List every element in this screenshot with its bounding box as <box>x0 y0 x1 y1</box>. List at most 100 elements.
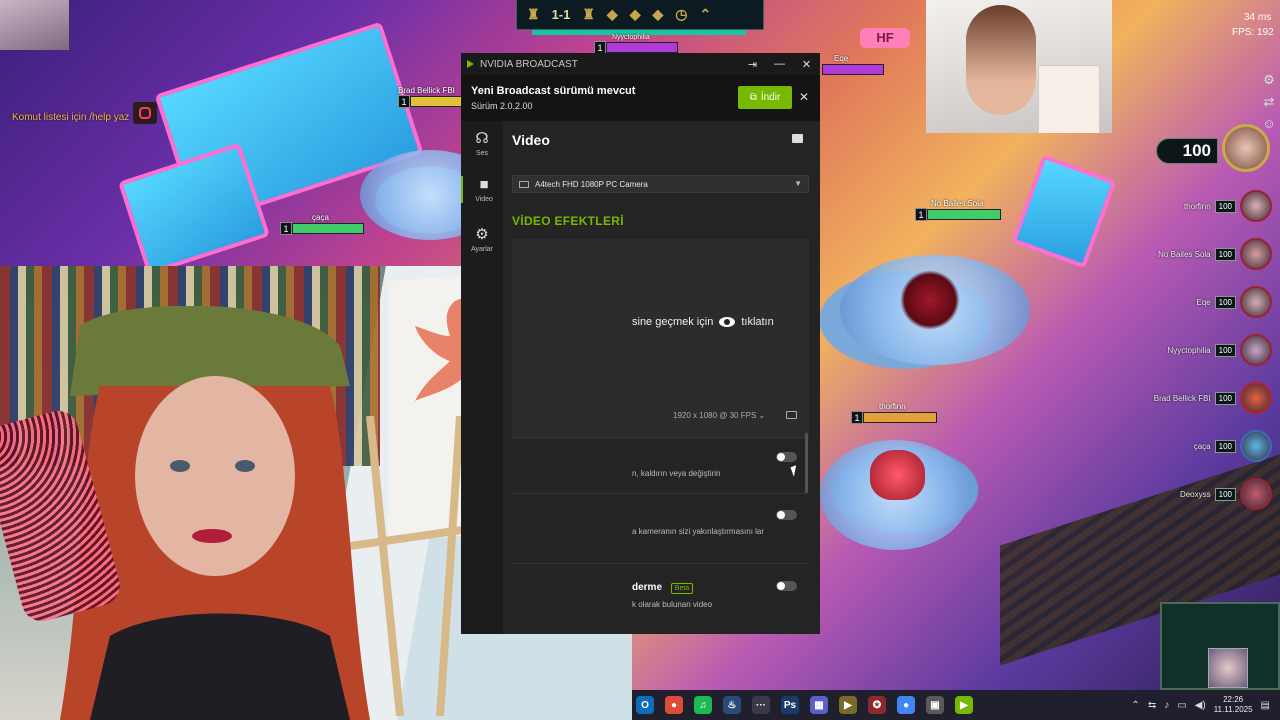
effect-row: n, kaldırın veya değiştirin <box>512 437 809 494</box>
display-icon[interactable]: ▭ <box>1177 700 1186 711</box>
download-button[interactable]: ⧉ İndir <box>738 86 792 109</box>
player-row[interactable]: thorfinn 100 <box>1184 190 1272 222</box>
player-row[interactable]: No Bailes Sola 100 <box>1158 238 1272 270</box>
headset-icon: ☊ <box>475 130 489 147</box>
nav-audio[interactable]: ☊ Ses <box>461 129 503 157</box>
resolution-label: 1920 x 1080 @ 30 FPS <box>673 411 757 420</box>
close-banner-button[interactable]: ✕ <box>799 90 809 104</box>
chevron-up-icon[interactable]: ⌃ <box>1131 700 1139 711</box>
nameplate-name: Nyyctophilia <box>612 34 650 41</box>
nav-label: Video <box>475 196 493 203</box>
taskbar-app-icon[interactable]: O <box>636 696 654 714</box>
small-webcam <box>0 0 69 50</box>
nvidia-broadcast-window: NVIDIA BROADCAST ⇥ — ✕ Yeni Broadcast sü… <box>461 53 820 634</box>
notification-icon[interactable]: ▤ <box>1261 700 1270 711</box>
tactician-avatar[interactable] <box>1208 648 1248 688</box>
effect-row: derme Beta k olarak bulunan video <box>512 563 809 634</box>
minimize-button[interactable]: — <box>766 58 793 70</box>
effect-toggle[interactable] <box>776 452 797 462</box>
billboard-right <box>1011 154 1117 269</box>
gold-counter: 100 <box>1156 138 1218 164</box>
player-hp: 100 <box>1214 487 1236 501</box>
taskbar-app-icon[interactable]: ▶ <box>839 696 857 714</box>
network-icon[interactable]: ⇆ <box>1148 700 1156 711</box>
player-icon: ♜ <box>527 6 540 22</box>
chevron-up-icon[interactable]: ⌃ <box>699 6 711 23</box>
taskbar-app-icon[interactable]: ▣ <box>926 696 944 714</box>
preview-hint-text: tıklatın <box>741 316 774 328</box>
nameplate-name: çaça <box>312 213 329 222</box>
popout-button[interactable]: ⇥ <box>739 58 766 71</box>
blood-splatter <box>900 270 960 330</box>
effect-description: k olarak bulunan video <box>632 600 713 609</box>
nameplate-level: 1 <box>915 208 927 221</box>
mic-icon[interactable]: ♪ <box>1164 700 1169 711</box>
taskbar-app-icon[interactable]: ··· <box>752 696 770 714</box>
instagram-icon <box>133 102 157 124</box>
clock-date: 11.11.2025 <box>1213 705 1253 714</box>
nameplate-name: thorfinn <box>879 402 906 411</box>
nav-video[interactable]: ■ Video <box>461 176 505 203</box>
clock[interactable]: 22:26 11.11.2025 <box>1214 695 1253 715</box>
player-hp: 100 <box>1214 439 1236 453</box>
update-title: Yeni Broadcast sürümü mevcut <box>471 85 636 97</box>
taskbar-app-icon[interactable]: ▶ <box>955 696 973 714</box>
camera-select[interactable]: A4tech FHD 1080P PC Camera ▼ <box>512 175 809 193</box>
nvidia-logo-icon <box>467 60 474 68</box>
eye-icon <box>719 317 736 327</box>
close-button[interactable]: ✕ <box>793 58 820 71</box>
gear-icon: ⚙ <box>475 226 489 243</box>
nameplate: Eqe <box>822 54 884 76</box>
volume-icon[interactable]: ◀) <box>1195 700 1206 711</box>
beta-badge: Beta <box>670 583 694 594</box>
taskbar-app-icon[interactable]: ● <box>897 696 915 714</box>
nav-label: Ayarlar <box>470 246 494 253</box>
external-link-icon: ⧉ <box>749 92 757 103</box>
sidebar: ☊ Ses ■ Video ⚙ Ayarlar <box>461 121 503 634</box>
display-settings-icon[interactable] <box>786 411 797 419</box>
nameplate-name: Eqe <box>834 54 849 63</box>
system-tray: ⌃ ⇆ ♪ ▭ ◀) 22:26 11.11.2025 ▤ <box>1131 690 1270 720</box>
chevron-down-icon: ▼ <box>794 179 802 188</box>
player-avatar <box>1240 382 1272 414</box>
taskbar-app-icon[interactable]: ✪ <box>868 696 886 714</box>
taskbar-app-icon[interactable]: ♨ <box>723 696 741 714</box>
title-bar[interactable]: NVIDIA BROADCAST ⇥ — ✕ <box>461 53 820 75</box>
resolution-select[interactable]: 1920 x 1080 @ 30 FPS ⌄ <box>673 411 765 420</box>
effect-toggle[interactable] <box>776 581 797 591</box>
nav-label: Ses <box>475 150 489 157</box>
player-name: Deoxyss <box>1179 489 1211 499</box>
player-row[interactable]: çaça 100 <box>1194 430 1272 462</box>
exit-icon[interactable]: ⇄ <box>1264 94 1275 110</box>
section-title: Video <box>512 132 550 148</box>
video-preview[interactable] <box>512 239 809 439</box>
player-row[interactable]: Nyyctophilia 100 <box>1168 334 1272 366</box>
nameplate-level: 1 <box>398 95 410 108</box>
taskbar-app-icon[interactable]: ▦ <box>810 696 828 714</box>
taskbar-app-icon[interactable]: Ps <box>781 696 799 714</box>
camera-icon: ■ <box>479 176 489 193</box>
diamond-icon: ◆ <box>629 6 641 22</box>
settings-icon[interactable]: ⚙ <box>1263 72 1275 88</box>
player-row[interactable]: Brad Bellick FBI 100 <box>1154 382 1272 414</box>
update-banner: Yeni Broadcast sürümü mevcut Sürüm 2.0.2… <box>461 75 820 121</box>
player-row[interactable]: Deoxyss 100 <box>1180 478 1272 510</box>
taskbar-app-icon[interactable]: ♫ <box>694 696 712 714</box>
player-name: çaça <box>1193 441 1211 451</box>
player-row[interactable]: Eqe 100 <box>1196 286 1272 318</box>
secondary-webcam <box>926 0 1112 133</box>
player-hp: 100 <box>1214 247 1236 261</box>
player-hp: 100 <box>1214 343 1236 357</box>
update-version: Sürüm 2.0.2.00 <box>471 101 533 111</box>
window-title: NVIDIA BROADCAST <box>480 58 578 70</box>
nameplate-level: 1 <box>280 222 292 235</box>
preview-hint[interactable]: sine geçmek için tıklatın <box>632 316 774 328</box>
taskbar-app-icon[interactable]: ● <box>665 696 683 714</box>
scrollbar[interactable] <box>805 433 808 493</box>
webcam-icon <box>519 181 529 188</box>
nav-settings[interactable]: ⚙ Ayarlar <box>461 225 503 253</box>
player-name: Brad Bellick FBI <box>1153 393 1211 403</box>
effect-toggle[interactable] <box>776 510 797 520</box>
friends-icon[interactable]: ☺ <box>1262 116 1275 131</box>
feedback-icon[interactable] <box>792 134 803 143</box>
